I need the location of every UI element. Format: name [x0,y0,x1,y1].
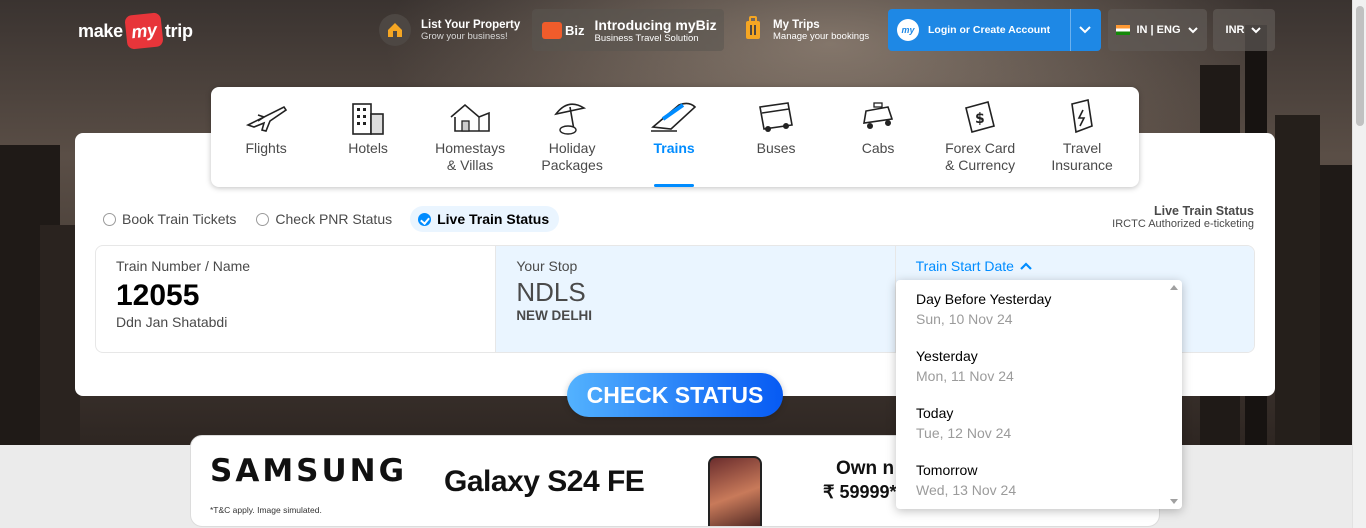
dropdown-scrollbar[interactable] [1166,280,1182,509]
login-button[interactable]: my Login or Create Account [888,9,1101,51]
radio-circle [256,212,270,226]
my-trips-link[interactable]: My Trips Manage your bookings [745,10,869,50]
your-stop-field[interactable]: Your Stop NDLS NEW DELHI [495,246,895,352]
irctc-badge: Live Train Status IRCTC Authorized e-tic… [1112,204,1254,230]
beach-umbrella-icon [527,97,617,137]
radio-live-train-status[interactable]: Live Train Status [410,206,560,232]
mybiz-icon: Biz [542,21,585,39]
list-property-link[interactable]: List Your Property Grow your business! [379,10,520,50]
svg-text:$: $ [975,111,985,127]
date-option[interactable]: Tomorrow Wed, 13 Nov 24 [896,451,1182,508]
nav-homestays[interactable]: Homestays & Villas [425,87,515,187]
date-option[interactable]: Yesterday Mon, 11 Nov 24 [896,337,1182,394]
chevron-down-icon [1079,26,1091,34]
language-selector[interactable]: IN | ENG [1108,9,1207,51]
train-icon [629,97,719,137]
date-dropdown: Day Before Yesterday Sun, 10 Nov 24 Yest… [896,280,1182,509]
nav-holiday-packages[interactable]: Holiday Packages [527,87,617,187]
scrollbar-thumb[interactable] [1356,6,1364,126]
scroll-down-arrow-icon[interactable] [1170,499,1178,504]
insurance-shield-icon [1037,97,1127,137]
date-option[interactable]: Today Tue, 12 Nov 24 [896,394,1182,451]
trip-type-options: Book Train Tickets Check PNR Status Live… [103,206,579,232]
mmt-avatar-icon: my [897,19,919,41]
hotel-building-icon [323,97,413,137]
checked-icon [418,212,432,226]
nav-flights[interactable]: Flights [221,87,311,187]
nav-buses[interactable]: Buses [731,87,821,187]
nav-cabs[interactable]: Cabs [833,87,923,187]
property-icon [379,14,411,46]
currency-selector[interactable]: INR [1213,9,1275,51]
makemytrip-logo[interactable]: make my trip [78,12,193,50]
train-number-field[interactable]: Train Number / Name 12055 Ddn Jan Shatab… [96,246,495,352]
india-flag-icon [1116,25,1131,35]
bus-icon [731,97,821,137]
nav-forex[interactable]: $ Forex Card & Currency [935,87,1025,187]
forex-card-icon: $ [935,97,1025,137]
chevron-down-icon [1251,27,1262,34]
product-nav: Flights Hotels Homestays & Villas Holida… [211,87,1139,187]
page-scrollbar[interactable] [1352,0,1366,528]
mybiz-link[interactable]: Biz Introducing myBiz Business Travel So… [542,10,717,50]
suitcase-icon [745,15,761,45]
nav-travel-insurance[interactable]: Travel Insurance [1037,87,1127,187]
nav-hotels[interactable]: Hotels [323,87,413,187]
samsung-logo: SAMSUNG [210,453,408,489]
house-icon [425,97,515,137]
cab-icon [833,97,923,137]
radio-book-train-tickets[interactable]: Book Train Tickets [103,206,236,232]
airplane-icon [221,97,311,137]
radio-check-pnr-status[interactable]: Check PNR Status [256,206,392,232]
radio-circle [103,212,116,226]
scroll-up-arrow-icon[interactable] [1170,285,1178,290]
chevron-down-icon [1187,27,1198,34]
date-option[interactable]: Day Before Yesterday Sun, 10 Nov 24 [896,280,1182,337]
nav-trains[interactable]: Trains [629,87,719,187]
check-status-button[interactable]: CHECK STATUS [567,373,783,417]
chevron-up-icon [1020,262,1032,270]
phone-image [708,456,762,526]
